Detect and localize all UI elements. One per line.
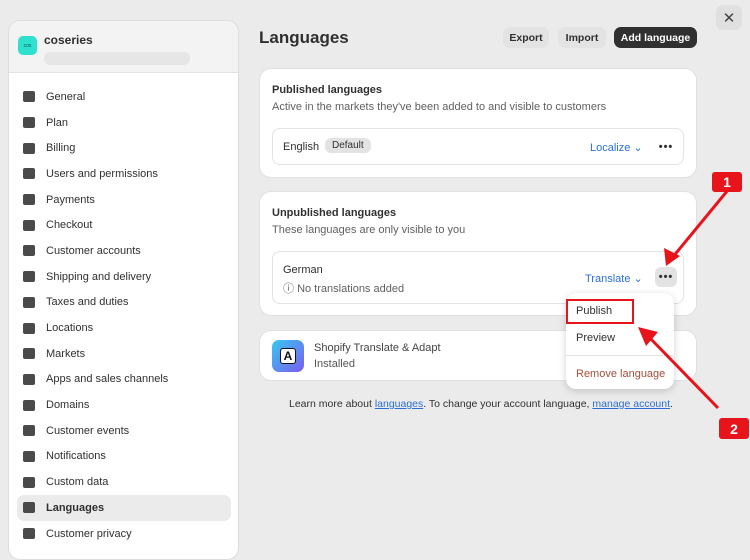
annotation-arrows xyxy=(638,189,730,410)
annotation-badge-2: 2 xyxy=(719,418,749,439)
arrow-2-line xyxy=(646,334,720,410)
arrow-1-line xyxy=(670,189,730,259)
annotation-badge-1: 1 xyxy=(712,172,742,192)
